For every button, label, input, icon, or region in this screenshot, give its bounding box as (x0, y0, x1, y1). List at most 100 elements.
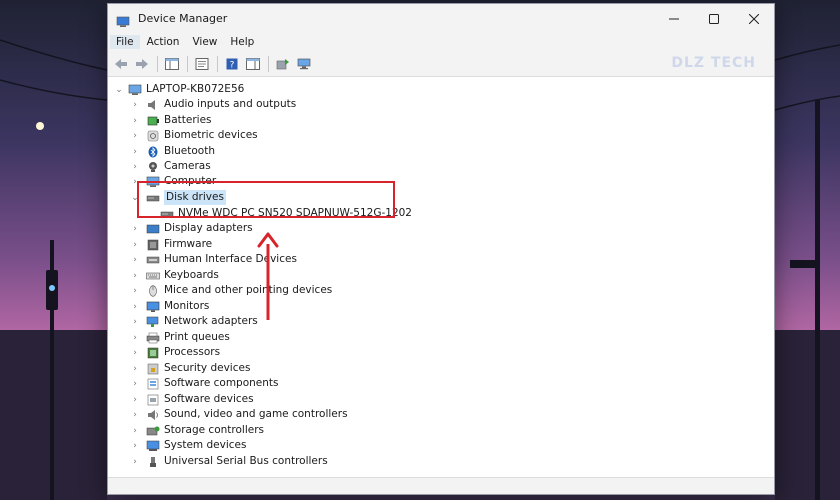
chevron-right-icon[interactable]: › (130, 162, 140, 172)
tree-item-security[interactable]: › Security devices (130, 361, 250, 376)
tree-item-batteries[interactable]: › Batteries (130, 113, 212, 128)
action-pane-button[interactable] (243, 54, 263, 74)
back-arrow-icon (115, 58, 127, 69)
toolbar-separator (187, 55, 188, 72)
close-icon (749, 13, 759, 24)
tree-item-label: Cameras (164, 160, 211, 172)
device-manager-icon (116, 13, 130, 27)
tree-item-label: Universal Serial Bus controllers (164, 455, 328, 467)
toolbar: ? DLZ TECH (108, 51, 774, 77)
device-tree: ⌄ LAPTOP-KB072E56 › Audio inputs and out… (108, 78, 774, 476)
tree-item-firmware[interactable]: › Firmware (130, 237, 212, 252)
menu-view[interactable]: View (186, 35, 223, 49)
storage-icon (146, 425, 160, 437)
tree-item-bluetooth[interactable]: › Bluetooth (130, 144, 215, 159)
chevron-right-icon[interactable]: › (130, 240, 140, 250)
chevron-right-icon[interactable]: › (130, 457, 140, 467)
security-icon (146, 363, 160, 375)
help-button[interactable]: ? (222, 54, 242, 74)
tree-item-usb[interactable]: › Universal Serial Bus controllers (130, 454, 328, 469)
software-component-icon (146, 378, 160, 390)
system-icon (146, 440, 160, 452)
chevron-right-icon[interactable]: › (130, 255, 140, 265)
tree-item-keyboards[interactable]: › Keyboards (130, 268, 219, 283)
tree-item-network[interactable]: › Network adapters (130, 314, 258, 329)
tree-item-label: Storage controllers (164, 424, 264, 436)
back-button[interactable] (111, 54, 131, 74)
printer-icon (146, 332, 160, 344)
tree-item-audio[interactable]: › Audio inputs and outputs (130, 97, 296, 112)
chevron-right-icon[interactable]: › (130, 271, 140, 281)
close-button[interactable] (734, 4, 774, 33)
tree-item-label: Network adapters (164, 315, 258, 327)
tree-item-monitors[interactable]: › Monitors (130, 299, 209, 314)
chevron-right-icon[interactable]: › (130, 426, 140, 436)
menu-file[interactable]: File (110, 35, 140, 49)
status-bar (108, 477, 774, 494)
tree-item-label: Batteries (164, 114, 212, 126)
monitor-icon (146, 301, 160, 313)
tree-item-software-components[interactable]: › Software components (130, 376, 278, 391)
chevron-right-icon[interactable]: › (130, 131, 140, 141)
window-title: Device Manager (138, 12, 228, 25)
tree-item-label: Security devices (164, 362, 251, 374)
tree-item-cameras[interactable]: › Cameras (130, 159, 211, 174)
tree-root[interactable]: ⌄ LAPTOP-KB072E56 (114, 82, 244, 97)
svg-text:?: ? (230, 60, 235, 70)
minimize-icon (669, 18, 679, 19)
chevron-right-icon[interactable]: › (130, 147, 140, 157)
menu-help[interactable]: Help (224, 35, 260, 49)
forward-button[interactable] (132, 54, 152, 74)
chevron-right-icon[interactable]: › (130, 379, 140, 389)
chevron-right-icon[interactable]: › (130, 317, 140, 327)
tree-item-label: Audio inputs and outputs (164, 98, 297, 110)
speaker-icon (146, 99, 160, 111)
tree-item-sound[interactable]: › Sound, video and game controllers (130, 407, 348, 422)
tree-item-label: Keyboards (164, 269, 219, 281)
tree-item-label: Bluetooth (164, 145, 215, 157)
scan-hardware-icon (297, 58, 311, 69)
software-device-icon (146, 394, 160, 406)
tree-item-software-devices[interactable]: › Software devices (130, 392, 253, 407)
chevron-down-icon[interactable]: ⌄ (114, 85, 124, 95)
firmware-icon (146, 239, 160, 251)
camera-icon (146, 161, 160, 173)
chevron-right-icon[interactable]: › (130, 302, 140, 312)
keyboard-icon (146, 270, 160, 282)
tree-item-biometric[interactable]: › Biometric devices (130, 128, 257, 143)
chevron-right-icon[interactable]: › (130, 364, 140, 374)
forward-arrow-icon (136, 58, 148, 69)
annotation-arrow-up-icon (257, 232, 279, 320)
chevron-right-icon[interactable]: › (130, 286, 140, 296)
chevron-right-icon[interactable]: › (130, 395, 140, 405)
chevron-right-icon[interactable]: › (130, 116, 140, 126)
chevron-right-icon[interactable]: › (130, 410, 140, 420)
update-driver-icon (276, 58, 289, 69)
toolbar-separator (268, 55, 269, 72)
menu-action[interactable]: Action (141, 35, 186, 49)
tree-item-mice[interactable]: › Mice and other pointing devices (130, 283, 332, 298)
tree-item-label: Mice and other pointing devices (164, 284, 333, 296)
show-hide-console-tree-button[interactable] (162, 54, 182, 74)
tree-item-display-adapters[interactable]: › Display adapters (130, 221, 252, 236)
chevron-right-icon[interactable]: › (130, 333, 140, 343)
tree-item-system[interactable]: › System devices (130, 438, 246, 453)
tree-item-print-queues[interactable]: › Print queues (130, 330, 230, 345)
network-icon (146, 316, 160, 328)
minimize-button[interactable] (654, 4, 694, 33)
chevron-right-icon[interactable]: › (130, 441, 140, 451)
chevron-right-icon[interactable]: › (130, 100, 140, 110)
properties-button[interactable] (192, 54, 212, 74)
tree-item-processors[interactable]: › Processors (130, 345, 220, 360)
chevron-right-icon[interactable]: › (130, 224, 140, 234)
chevron-right-icon[interactable]: › (130, 348, 140, 358)
tree-item-label: System devices (164, 439, 247, 451)
console-tree-icon (165, 57, 179, 70)
update-driver-button[interactable] (273, 54, 293, 74)
maximize-button[interactable] (694, 4, 734, 33)
tree-item-storage[interactable]: › Storage controllers (130, 423, 264, 438)
tree-root-label: LAPTOP-KB072E56 (146, 83, 245, 95)
scan-hardware-button[interactable] (294, 54, 314, 74)
tree-item-label: Sound, video and game controllers (164, 408, 348, 420)
fingerprint-icon (146, 130, 160, 142)
